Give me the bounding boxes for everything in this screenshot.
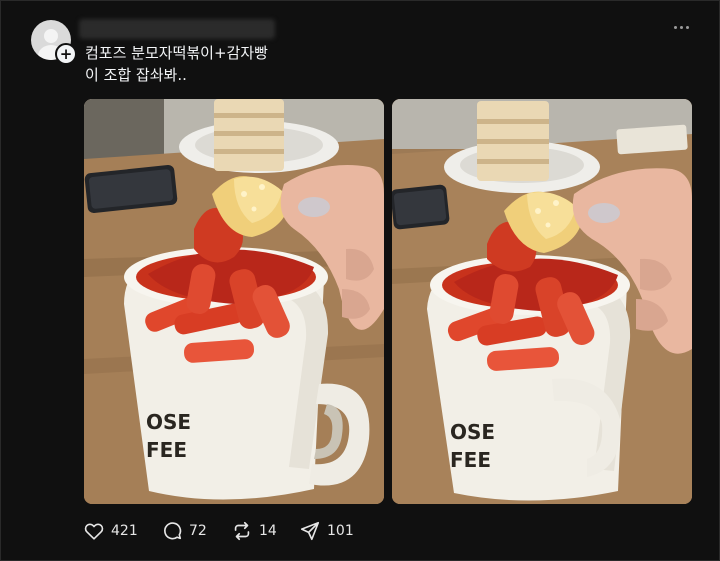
mug-text: FEE — [450, 448, 491, 472]
post-text: 컴포즈 분모자떡볶이+감자빵 이 조합 잡솨봐.. — [85, 42, 645, 86]
reply-count: 72 — [189, 523, 207, 539]
mug-text: FEE — [146, 438, 187, 462]
like-count: 421 — [111, 523, 138, 539]
reply-button[interactable]: 72 — [161, 520, 231, 542]
post-text-line: 이 조합 잡솨봐.. — [85, 66, 187, 84]
post-card: + 컴포즈 분모자떡볶이+감자빵 이 조합 잡솨봐.. OSE FEE OSE … — [0, 0, 720, 561]
username-redacted — [79, 19, 275, 39]
action-bar: 421 72 14 101 — [83, 520, 359, 542]
like-button[interactable]: 421 — [83, 520, 161, 542]
repost-count: 14 — [259, 523, 277, 539]
follow-plus-icon[interactable]: + — [55, 43, 77, 65]
share-count: 101 — [327, 523, 354, 539]
mug-text: OSE — [146, 410, 191, 434]
post-text-line: 컴포즈 분모자떡볶이+감자빵 — [85, 44, 268, 62]
post-photo-2[interactable]: OSE FEE — [392, 99, 692, 504]
mug-text: OSE — [450, 420, 495, 444]
more-options-icon[interactable] — [669, 19, 693, 35]
post-photo-1[interactable]: OSE FEE — [84, 99, 384, 504]
send-icon — [300, 521, 320, 541]
avatar-head — [44, 29, 58, 43]
comment-bubble-icon — [164, 522, 182, 540]
repost-icon — [234, 521, 250, 541]
repost-button[interactable]: 14 — [231, 520, 299, 542]
share-button[interactable]: 101 — [299, 520, 359, 542]
heart-icon — [84, 523, 104, 540]
